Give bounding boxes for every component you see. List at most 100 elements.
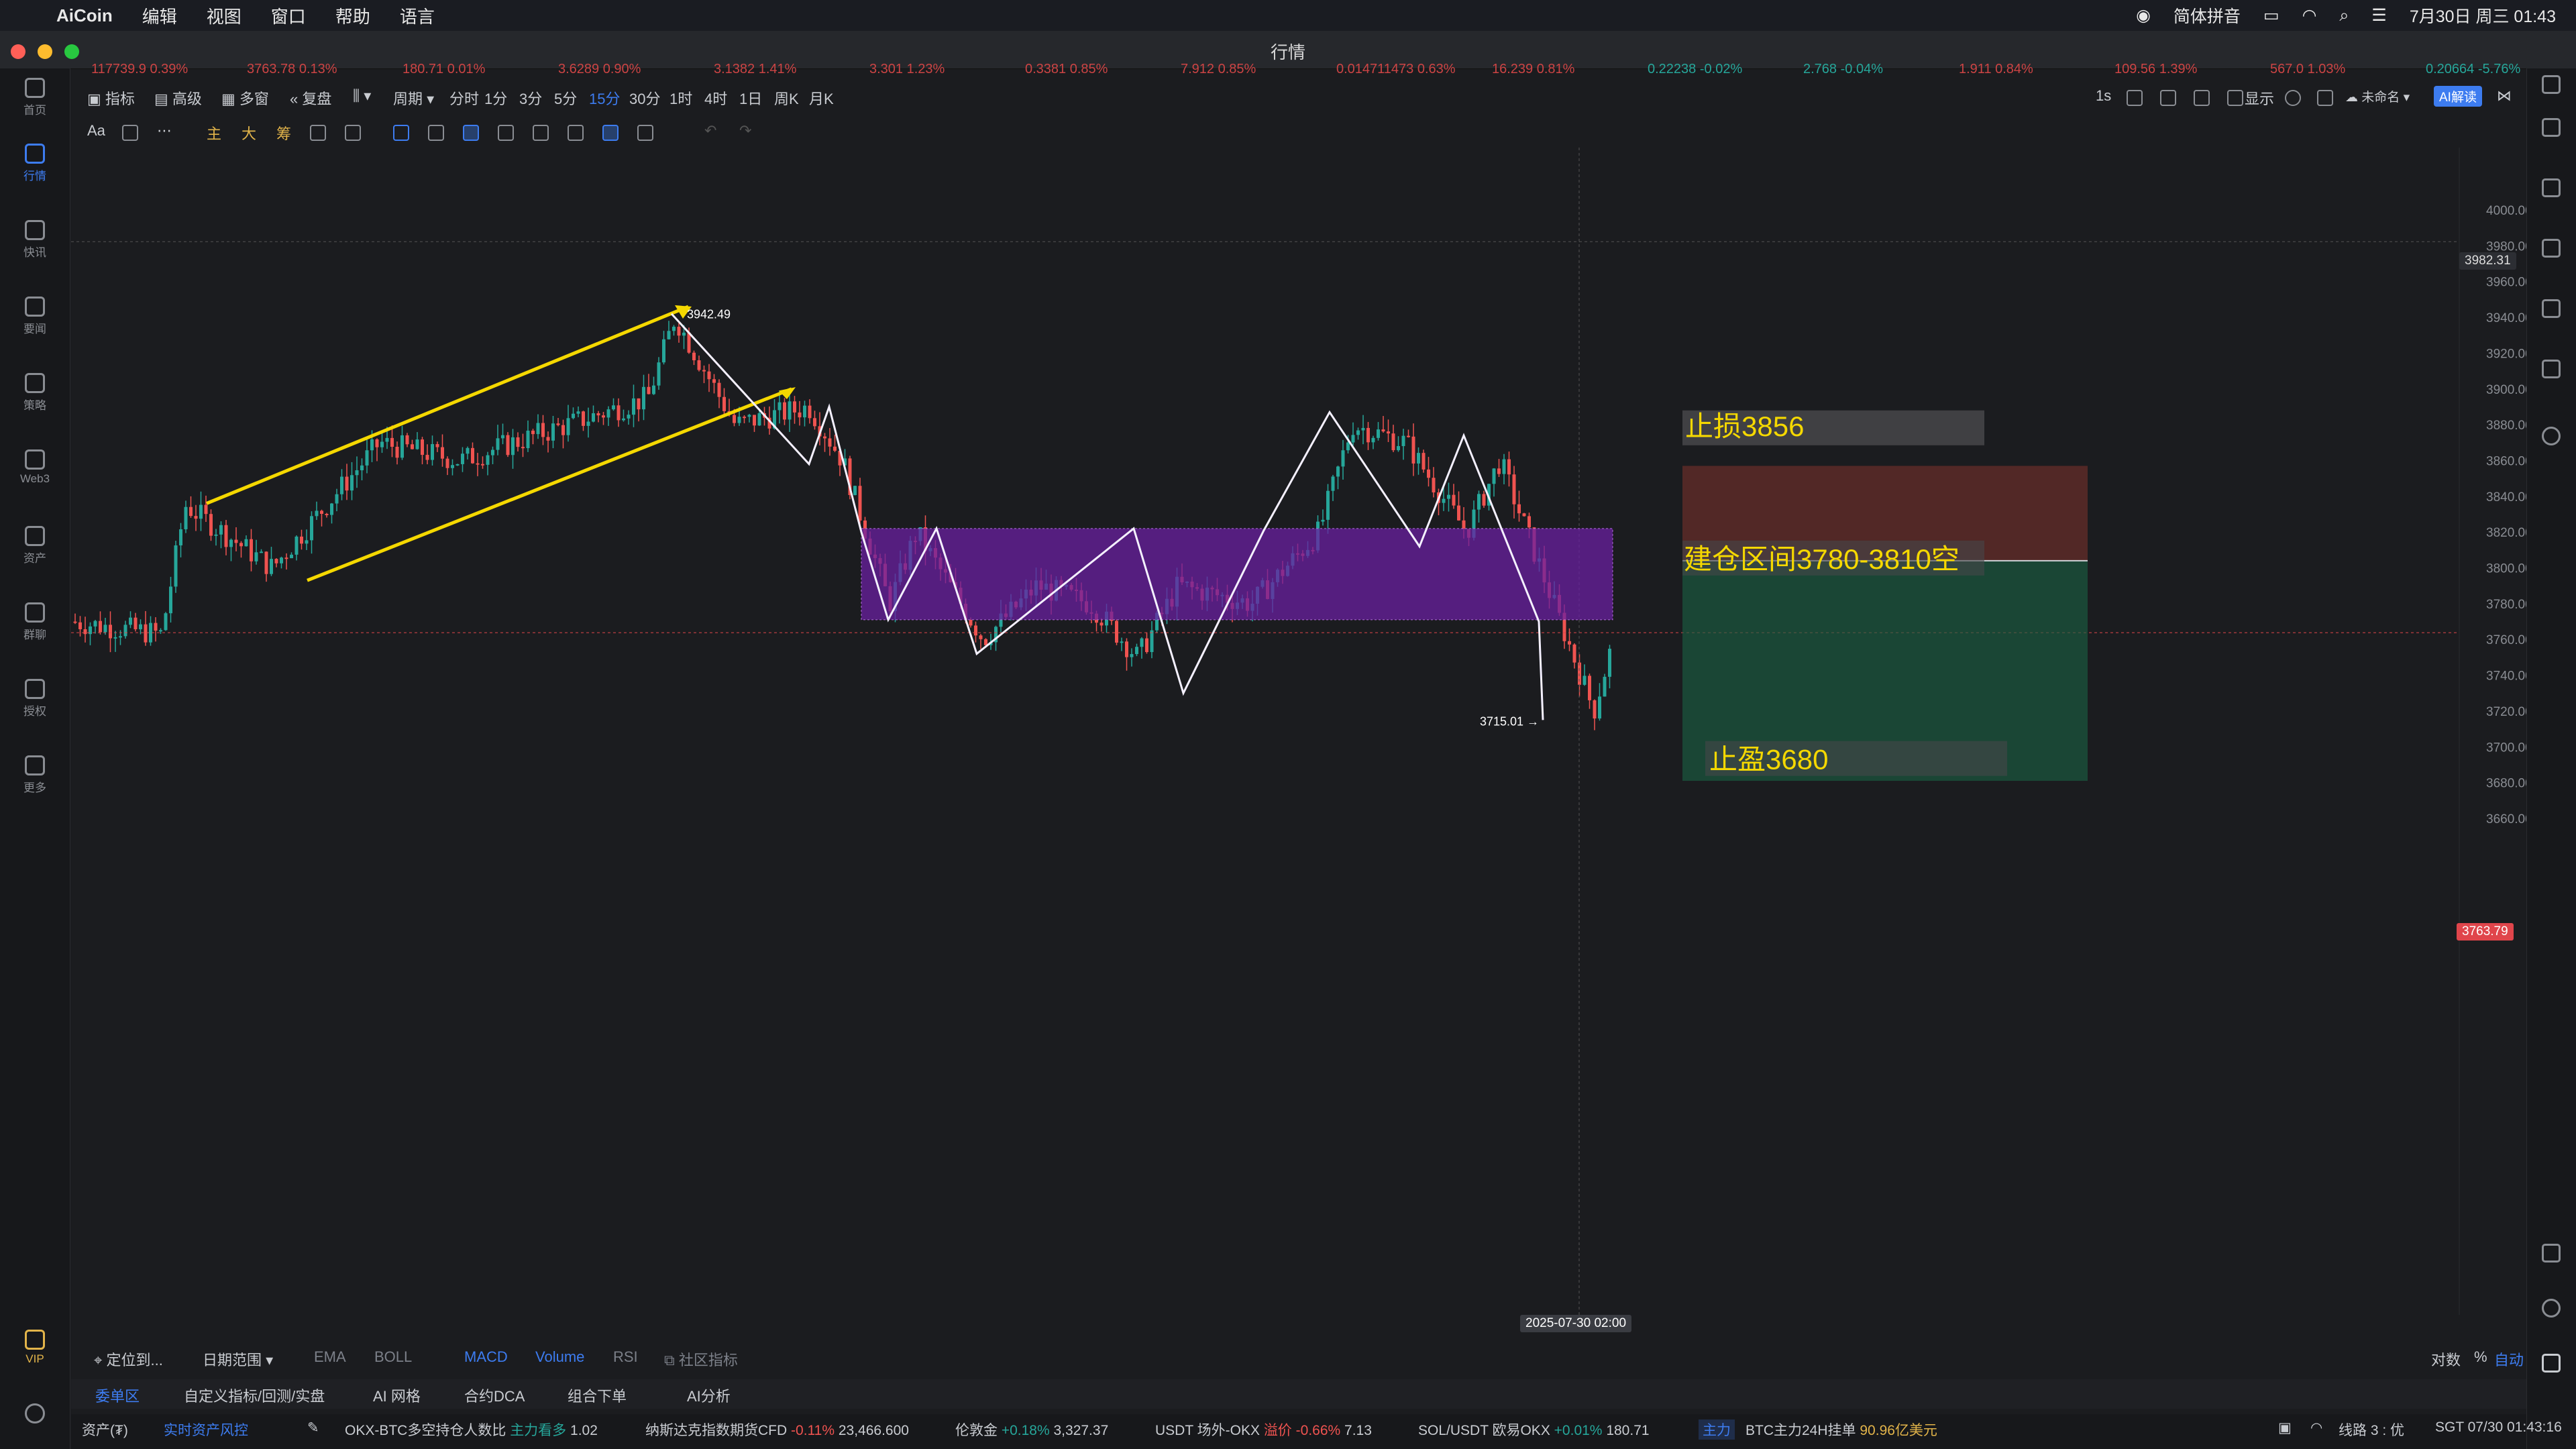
window-grid-icon[interactable] — [2542, 75, 2561, 94]
tab-ai-analysis[interactable]: AI分析 — [687, 1385, 731, 1406]
sidebar-item-home[interactable]: 首页 — [0, 78, 70, 117]
filter-icon[interactable] — [602, 125, 619, 141]
undo-icon[interactable]: ↶ — [704, 122, 716, 140]
fullscreen-icon[interactable] — [2317, 90, 2333, 106]
locate-button[interactable]: ⌖ 定位到... — [94, 1348, 163, 1370]
redo-icon[interactable]: ↷ — [739, 122, 751, 140]
sidebar-settings[interactable] — [0, 1403, 70, 1426]
ticker-strip-item[interactable]: 3763.78 0.13% — [247, 62, 337, 77]
period-5分[interactable]: 5分 — [554, 87, 577, 109]
community-indicator-button[interactable]: ⧉ 社区指标 — [664, 1348, 738, 1370]
period-分时[interactable]: 分时 — [449, 87, 479, 109]
interval-label[interactable]: 1s — [2096, 87, 2111, 105]
eraser-icon[interactable] — [568, 125, 584, 141]
advanced-button[interactable]: ▤ 高级 — [154, 87, 202, 109]
orderbook-icon[interactable] — [2542, 178, 2561, 197]
menu-window[interactable]: 窗口 — [271, 3, 306, 28]
support-bot-icon[interactable] — [2542, 1354, 2561, 1373]
assets-label[interactable]: 资产(₮) — [82, 1419, 128, 1440]
control-center-icon[interactable]: ☰ — [2371, 5, 2386, 25]
document-icon[interactable] — [2542, 118, 2561, 137]
period-月K[interactable]: 月K — [809, 87, 834, 109]
sidebar-item-chat[interactable]: 群聊 — [0, 602, 70, 642]
volume-toggle[interactable]: Volume — [535, 1348, 584, 1366]
font-size-button[interactable]: Aa — [87, 122, 105, 140]
line-status[interactable]: 线路 3 : 优 — [2339, 1419, 2404, 1440]
log-scale-toggle[interactable]: 对数 — [2431, 1348, 2461, 1370]
ticker-item-ratio[interactable]: OKX-BTC多空持仓人数比 主力看多 1.02 — [345, 1419, 598, 1440]
tab-orders[interactable]: 委单区 — [95, 1385, 140, 1406]
tab-combo-order[interactable]: 组合下单 — [568, 1385, 627, 1406]
boll-toggle[interactable]: BOLL — [374, 1348, 412, 1366]
tab-custom-indicator[interactable]: 自定义指标/回测/实盘 — [184, 1385, 325, 1406]
wechat-icon[interactable]: ◉ — [2136, 5, 2151, 25]
sidebar-item-more[interactable]: 更多 — [0, 755, 70, 795]
layers-icon[interactable] — [2227, 90, 2243, 106]
ema-toggle[interactable]: EMA — [314, 1348, 346, 1366]
calculator-icon[interactable] — [2542, 1244, 2561, 1263]
ticker-strip-item[interactable]: 567.0 1.03% — [2270, 62, 2345, 77]
pencil-icon[interactable] — [2160, 90, 2176, 106]
table-icon[interactable] — [2542, 360, 2561, 378]
chip-button[interactable]: 筹 — [276, 122, 291, 144]
macd-toggle[interactable]: MACD — [464, 1348, 508, 1366]
chart-canvas[interactable]: 3942.49 3715.01 → 止损3856 建仓区间3780-3810空止盈36… — [71, 148, 2532, 1333]
main-chart-button[interactable]: 主 — [207, 122, 221, 144]
percent-toggle[interactable]: % — [2474, 1348, 2487, 1366]
auto-scale-toggle[interactable]: 自动 — [2494, 1348, 2524, 1370]
menu-edit[interactable]: 编辑 — [142, 3, 177, 28]
ticker-strip-item[interactable]: 0.22238 -0.02% — [1648, 62, 1742, 77]
sidebar-item-vip[interactable]: VIP — [0, 1330, 70, 1366]
battery-icon[interactable]: ▭ — [2263, 5, 2279, 25]
settings-icon[interactable] — [2285, 90, 2301, 106]
share-icon[interactable]: ⋈ — [2497, 87, 2512, 105]
ticker-item-nasdaq[interactable]: 纳斯达克指数期货CFD -0.11% 23,466.600 — [645, 1419, 909, 1440]
layout-name-label[interactable]: ☁ 未命名 ▾ — [2345, 87, 2410, 105]
sidebar-item-market[interactable]: 行情 — [0, 144, 70, 183]
trendline-tool-icon[interactable] — [122, 125, 138, 141]
menu-help[interactable]: 帮助 — [335, 3, 370, 28]
app-menu[interactable]: AiCoin — [56, 5, 113, 26]
wifi-icon[interactable]: ◠ — [2302, 5, 2317, 25]
ticker-strip-item[interactable]: 7.912 0.85% — [1181, 62, 1256, 77]
ticker-strip-item[interactable]: 16.239 0.81% — [1492, 62, 1574, 77]
sidebar-item-assets[interactable]: 资产 — [0, 526, 70, 566]
ticker-strip-item[interactable]: 0.014711473 0.63% — [1336, 62, 1456, 77]
period-1时[interactable]: 1时 — [669, 87, 692, 109]
rsi-toggle[interactable]: RSI — [613, 1348, 638, 1366]
crop-icon[interactable] — [2194, 90, 2210, 106]
link-icon[interactable] — [2542, 427, 2561, 445]
picture-icon[interactable] — [533, 125, 549, 141]
more-tools-icon[interactable]: ⋯ — [157, 122, 172, 140]
ticker-strip-item[interactable]: 2.768 -0.04% — [1803, 62, 1883, 77]
multi-window-button[interactable]: ▦ 多窗 — [221, 87, 269, 109]
period-button[interactable]: 周期 ▾ — [393, 87, 434, 109]
period-1日[interactable]: 1日 — [739, 87, 762, 109]
menu-view[interactable]: 视图 — [207, 3, 241, 28]
edit-icon[interactable]: ✎ — [307, 1419, 319, 1436]
period-15分[interactable]: 15分 — [589, 87, 620, 109]
period-1分[interactable]: 1分 — [484, 87, 507, 109]
ticker-strip-item[interactable]: 0.3381 0.85% — [1025, 62, 1108, 77]
sidebar-item-flash[interactable]: 快讯 — [0, 220, 70, 260]
ticker-item-gold[interactable]: 伦敦金 +0.18% 3,327.37 — [955, 1419, 1108, 1440]
depth-icon[interactable] — [2542, 239, 2561, 258]
ticker-item-usdt[interactable]: USDT 场外-OKX 溢价 -0.66% 7.13 — [1155, 1419, 1372, 1440]
ticker-strip-item[interactable]: 3.6289 0.90% — [558, 62, 641, 77]
ticker-strip-item[interactable]: 0.20664 -5.76% — [2426, 62, 2520, 77]
period-3分[interactable]: 3分 — [519, 87, 542, 109]
refresh-icon[interactable] — [2542, 1299, 2561, 1318]
ticker-item-sol[interactable]: SOL/USDT 欧易OKX +0.01% 180.71 — [1418, 1419, 1650, 1440]
sidebar-item-auth[interactable]: 授权 — [0, 679, 70, 718]
ticker-strip-item[interactable]: 117739.9 0.39% — [91, 62, 188, 77]
trash-icon[interactable] — [637, 125, 653, 141]
date-range-button[interactable]: 日期范围 ▾ — [203, 1348, 273, 1370]
ai-interpret-button[interactable]: AI解读 — [2434, 86, 2482, 107]
sidebar-item-news[interactable]: 要闻 — [0, 297, 70, 336]
risk-control-link[interactable]: 实时资产风控 — [164, 1419, 248, 1440]
compare-icon[interactable] — [310, 125, 326, 141]
candlestick-chart[interactable]: 3942.49 3715.01 → 止损3856 建仓区间3780-3810空 止盈36… — [71, 148, 2532, 1333]
chart-type-button[interactable]: ⫼ ▾ — [353, 87, 371, 105]
replay-button[interactable]: « 复盘 — [290, 87, 331, 109]
brush-icon[interactable] — [428, 125, 444, 141]
